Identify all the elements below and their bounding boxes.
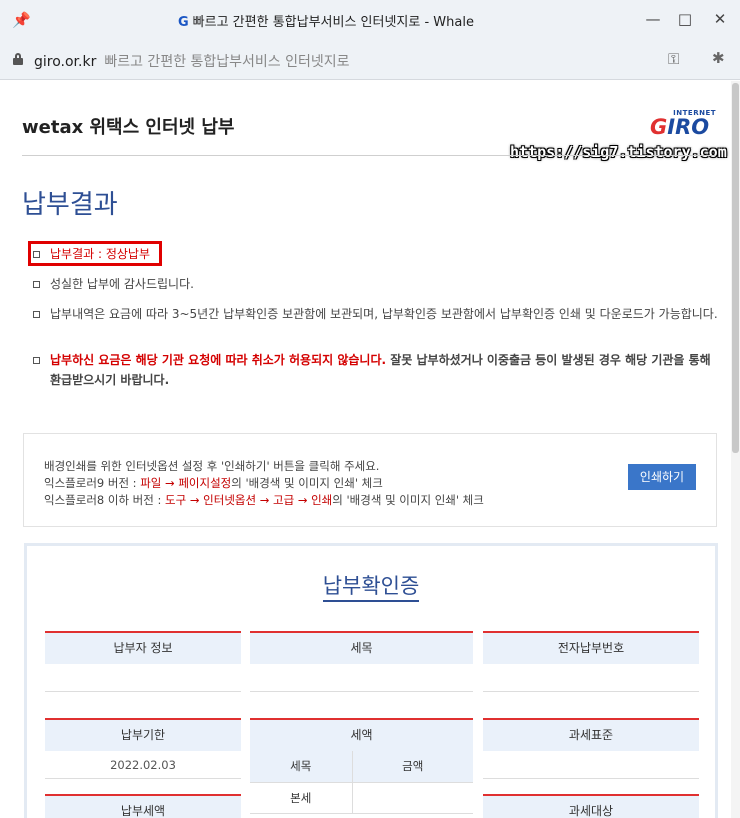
sub-amount-header: 금액	[352, 751, 473, 783]
print-button[interactable]: 인쇄하기	[628, 464, 696, 490]
status-bullet: 납부결과 : 정상납부	[32, 244, 150, 264]
page-content: wetax 위택스 인터넷 납부 INTERNET GIRO https://s…	[2, 81, 730, 818]
page-title: 납부결과	[22, 190, 118, 220]
pin-icon[interactable]: 📌	[12, 11, 31, 29]
tax-standard-header: 과세표준	[483, 718, 699, 751]
storage-bullet: 납부내역은 요금에 따라 3~5년간 납부확인증 보관함에 보관되며, 납부확인…	[32, 304, 718, 324]
e-payment-no-value	[483, 664, 699, 692]
key-icon[interactable]: ⚿	[668, 50, 679, 68]
cancel-warning: 납부하신 요금은 해당 기관 요청에 따라 취소가 허용되지 않습니다.	[50, 353, 387, 367]
address-bar[interactable]: giro.or.kr 빠르고 간편한 통합납부서비스 인터넷지로 ⚿ ✱	[0, 40, 740, 80]
url-domain: giro.or.kr	[34, 54, 97, 70]
extension-icon[interactable]: ✱	[712, 49, 725, 67]
scrollbar-thumb[interactable]	[732, 83, 739, 453]
tax-amount-cell: 세액 세목 금액 본세	[250, 718, 473, 814]
print-line-1: 배경인쇄를 위한 인터넷옵션 설정 후 '인쇄하기' 버튼을 클릭해 주세요.	[44, 459, 380, 473]
watermark: https://sig7.tistory.com	[510, 143, 727, 161]
tax-item-value	[250, 664, 473, 692]
logo-iro: IRO	[667, 115, 710, 139]
print-guide-box: 배경인쇄를 위한 인터넷옵션 설정 후 '인쇄하기' 버튼을 클릭해 주세요. …	[23, 433, 717, 527]
tax-object-cell: 과세대상	[483, 794, 699, 818]
tax-item-header: 세목	[250, 631, 473, 664]
payment-certificate: 납부확인증 납부자 정보 세목 전자납부번호 납부기한 2022.02.03 세…	[24, 543, 718, 818]
due-date-value: 2022.02.03	[45, 751, 241, 779]
tax-standard-value	[483, 751, 699, 779]
window-title: G 빠르고 간편한 통합납부서비스 인터넷지로 - Whale	[178, 11, 474, 30]
header-divider	[22, 155, 716, 156]
giro-logo: INTERNET GIRO	[642, 109, 720, 139]
print-instructions: 배경인쇄를 위한 인터넷옵션 설정 후 '인쇄하기' 버튼을 클릭해 주세요. …	[44, 458, 484, 509]
payer-info-header: 납부자 정보	[45, 631, 241, 664]
lock-icon[interactable]	[13, 53, 23, 65]
tax-item-cell: 세목	[250, 631, 473, 692]
minimize-button[interactable]: —	[638, 4, 668, 34]
page-scrollbar[interactable]	[731, 81, 740, 818]
window-title-text: 빠르고 간편한 통합납부서비스 인터넷지로 - Whale	[192, 15, 474, 30]
site-title: wetax 위택스 인터넷 납부	[22, 117, 235, 138]
logo-word: GIRO	[650, 115, 709, 139]
e-payment-no-header: 전자납부번호	[483, 631, 699, 664]
certificate-title: 납부확인증	[27, 570, 715, 602]
print-line-3: 익스플로러8 이하 버전 : 도구 → 인터넷옵션 → 고급 → 인쇄의 '배경…	[44, 493, 484, 507]
due-date-cell: 납부기한 2022.02.03	[45, 718, 241, 779]
payment-amount-header: 납부세액	[45, 794, 241, 818]
window-titlebar: 📌 G 빠르고 간편한 통합납부서비스 인터넷지로 - Whale — □ ✕	[0, 0, 740, 40]
tax-standard-cell: 과세표준	[483, 718, 699, 779]
cancel-bullet: 납부하신 요금은 해당 기관 요청에 따라 취소가 허용되지 않습니다. 잘못 …	[32, 350, 718, 390]
maximize-button[interactable]: □	[670, 4, 700, 34]
sub-main-tax: 본세	[250, 782, 353, 814]
due-date-header: 납부기한	[45, 718, 241, 751]
giro-favicon: G	[178, 15, 189, 30]
url-display[interactable]: giro.or.kr 빠르고 간편한 통합납부서비스 인터넷지로	[34, 51, 350, 71]
print-line-2: 익스플로러9 버전 : 파일 → 페이지설정의 '배경색 및 이미지 인쇄' 체…	[44, 476, 383, 490]
e-payment-no-cell: 전자납부번호	[483, 631, 699, 692]
payment-amount-cell: 납부세액	[45, 794, 241, 818]
sub-main-tax-amount	[352, 782, 473, 814]
close-button[interactable]: ✕	[705, 4, 735, 34]
tax-amount-table: 세목 금액 본세	[250, 751, 473, 814]
payer-info-cell: 납부자 정보	[45, 631, 241, 692]
payer-info-value	[45, 664, 241, 692]
logo-g: G	[650, 115, 668, 139]
thanks-bullet: 성실한 납부에 감사드립니다.	[32, 274, 194, 294]
status-text: 납부결과 : 정상납부	[50, 247, 150, 261]
sub-item-header: 세목	[250, 751, 353, 783]
tax-object-header: 과세대상	[483, 794, 699, 818]
url-page-name: 빠르고 간편한 통합납부서비스 인터넷지로	[104, 54, 350, 70]
tax-amount-header: 세액	[250, 718, 473, 751]
